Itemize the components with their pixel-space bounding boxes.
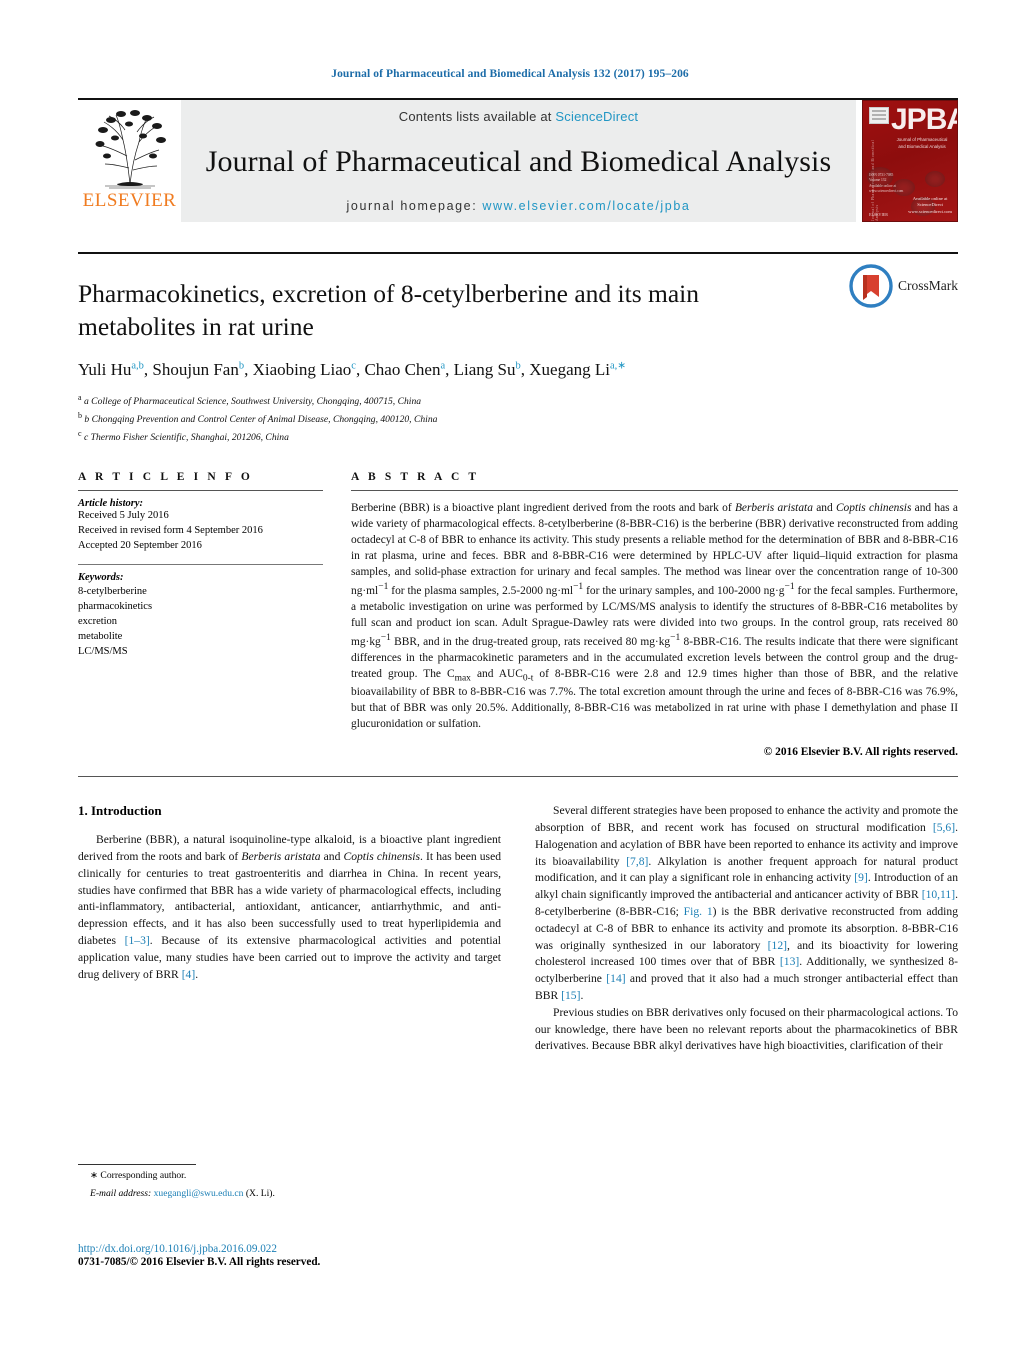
sciencedirect-link[interactable]: ScienceDirect bbox=[555, 109, 638, 124]
crossmark-icon bbox=[849, 264, 893, 308]
keyword-item: excretion bbox=[78, 616, 118, 628]
cover-blob-3 bbox=[925, 171, 945, 187]
elsevier-tree-icon bbox=[95, 110, 166, 189]
divider bbox=[78, 490, 323, 492]
email-label: E-mail address: bbox=[90, 1188, 152, 1200]
paragraph: Several different strategies have been p… bbox=[535, 804, 958, 1003]
article-history-item: Received in revised form 4 September 201… bbox=[78, 525, 263, 537]
corresponding-author-line: ∗ Corresponding author. bbox=[90, 1170, 187, 1181]
info-abstract-section: A R T I C L E I N F O Article history: R… bbox=[78, 471, 958, 758]
body-column-right: Several different strategies have been p… bbox=[535, 803, 958, 1055]
section-divider bbox=[78, 776, 958, 778]
keyword-item: LC/MS/MS bbox=[78, 645, 128, 657]
paragraph: Berberine (BBR), a natural isoquinoline-… bbox=[78, 833, 502, 981]
affiliation-item: a a College of Pharmaceutical Science, S… bbox=[78, 393, 422, 408]
abstract-heading: A B S T R A C T bbox=[351, 471, 480, 484]
divider bbox=[78, 564, 323, 566]
journal-title: Journal of Pharmaceutical and Biomedical… bbox=[205, 145, 832, 178]
cover-sciencedirect-note: Available online at ScienceDirect www.sc… bbox=[908, 195, 952, 214]
email-link[interactable]: xuegangli@swu.edu.cn bbox=[154, 1188, 244, 1199]
divider bbox=[351, 490, 958, 492]
title-block: CrossMark Pharmacokinetics, excretion of… bbox=[78, 252, 958, 445]
article-info-heading: A R T I C L E I N F O bbox=[78, 471, 253, 484]
abstract-column: A B S T R A C T Berberine (BBR) is a bio… bbox=[351, 471, 958, 758]
issn-copyright-line: 0731-7085/© 2016 Elsevier B.V. All right… bbox=[78, 1256, 321, 1268]
running-head: Journal of Pharmaceutical and Biomedical… bbox=[331, 68, 689, 80]
keyword-item: metabolite bbox=[78, 630, 123, 642]
article-info-column: A R T I C L E I N F O Article history: R… bbox=[78, 471, 323, 758]
affiliation-list: a a College of Pharmaceutical Science, S… bbox=[78, 392, 958, 445]
email-suffix: (X. Li). bbox=[245, 1188, 275, 1200]
body-columns: 1. Introduction Berberine (BBR), a natur… bbox=[78, 803, 958, 1055]
contents-available-line: Contents lists available at ScienceDirec… bbox=[399, 109, 638, 124]
affiliation-text: a College of Pharmaceutical Science, Sou… bbox=[83, 396, 422, 408]
article-history-item: Received 5 July 2016 bbox=[78, 510, 169, 522]
abstract-text: Berberine (BBR) is a bioactive plant ing… bbox=[351, 502, 959, 731]
affiliation-text: b Chongqing Prevention and Control Cente… bbox=[84, 414, 438, 426]
email-line: E-mail address: xuegangli@swu.edu.cn (X.… bbox=[78, 1187, 488, 1201]
doi-link[interactable]: http://dx.doi.org/10.1016/j.jpba.2016.09… bbox=[78, 1243, 498, 1255]
copyright-line: © 2016 Elsevier B.V. All rights reserved… bbox=[763, 746, 958, 759]
body-column-left: 1. Introduction Berberine (BBR), a natur… bbox=[78, 803, 501, 1055]
keyword-item: pharmacokinetics bbox=[78, 601, 153, 613]
journal-homepage-line: journal homepage: www.elsevier.com/locat… bbox=[347, 199, 691, 213]
cover-acronym: JPBA bbox=[891, 103, 957, 136]
cover-footer-text: ISSN 0731-7085 Volume 132 Available onli… bbox=[869, 172, 904, 194]
paragraph: Previous studies on BBR derivatives only… bbox=[535, 1005, 958, 1053]
elsevier-logo: ELSEVIER bbox=[78, 100, 181, 222]
crossmark-badge[interactable]: CrossMark bbox=[849, 264, 958, 308]
homepage-url-link[interactable]: www.elsevier.com/locate/jpba bbox=[482, 199, 690, 213]
crossmark-label: CrossMark bbox=[898, 278, 958, 293]
corresponding-author-footnote: ∗ Corresponding author. E-mail address: … bbox=[78, 1164, 488, 1202]
journal-masthead: ELSEVIER Contents lists available at Sci… bbox=[78, 98, 958, 222]
contents-prefix: Contents lists available at bbox=[398, 109, 556, 124]
masthead-center: Contents lists available at ScienceDirec… bbox=[181, 100, 856, 222]
cover-publisher: ELSEVIER bbox=[869, 212, 888, 217]
cover-elsevier-mark bbox=[869, 107, 889, 124]
article-history-item: Accepted 20 September 2016 bbox=[78, 540, 202, 552]
doi-block: http://dx.doi.org/10.1016/j.jpba.2016.09… bbox=[78, 1243, 498, 1268]
footnote-divider bbox=[78, 1164, 196, 1165]
keyword-item: 8-cetylberberine bbox=[78, 586, 147, 598]
author-list: Yuli Hua,b, Shoujun Fanb, Xiaobing Liaoc… bbox=[78, 360, 627, 380]
article-history-label: Article history: bbox=[78, 498, 144, 510]
paper-page: Journal of Pharmaceutical and Biomedical… bbox=[0, 0, 1020, 1351]
elsevier-wordmark: ELSEVIER bbox=[82, 190, 177, 211]
journal-cover-thumbnail[interactable]: Journal of Pharmaceutical and Biomedical… bbox=[862, 100, 958, 222]
keywords-label: Keywords: bbox=[78, 572, 124, 584]
homepage-prefix: journal homepage: bbox=[346, 199, 483, 213]
section-heading-introduction: 1. Introduction bbox=[78, 803, 162, 819]
keywords-list: 8-cetylberberine pharmacokinetics excret… bbox=[78, 585, 323, 660]
affiliation-text: c Thermo Fisher Scientific, Shanghai, 20… bbox=[83, 431, 289, 443]
affiliation-item: c c Thermo Fisher Scientific, Shanghai, … bbox=[78, 428, 289, 443]
page-title: Pharmacokinetics, excretion of 8-cetylbe… bbox=[78, 279, 699, 341]
affiliation-item: b b Chongqing Prevention and Control Cen… bbox=[78, 410, 438, 426]
cover-subtitle: Journal of Pharmaceutical and Biomedical… bbox=[896, 137, 948, 149]
